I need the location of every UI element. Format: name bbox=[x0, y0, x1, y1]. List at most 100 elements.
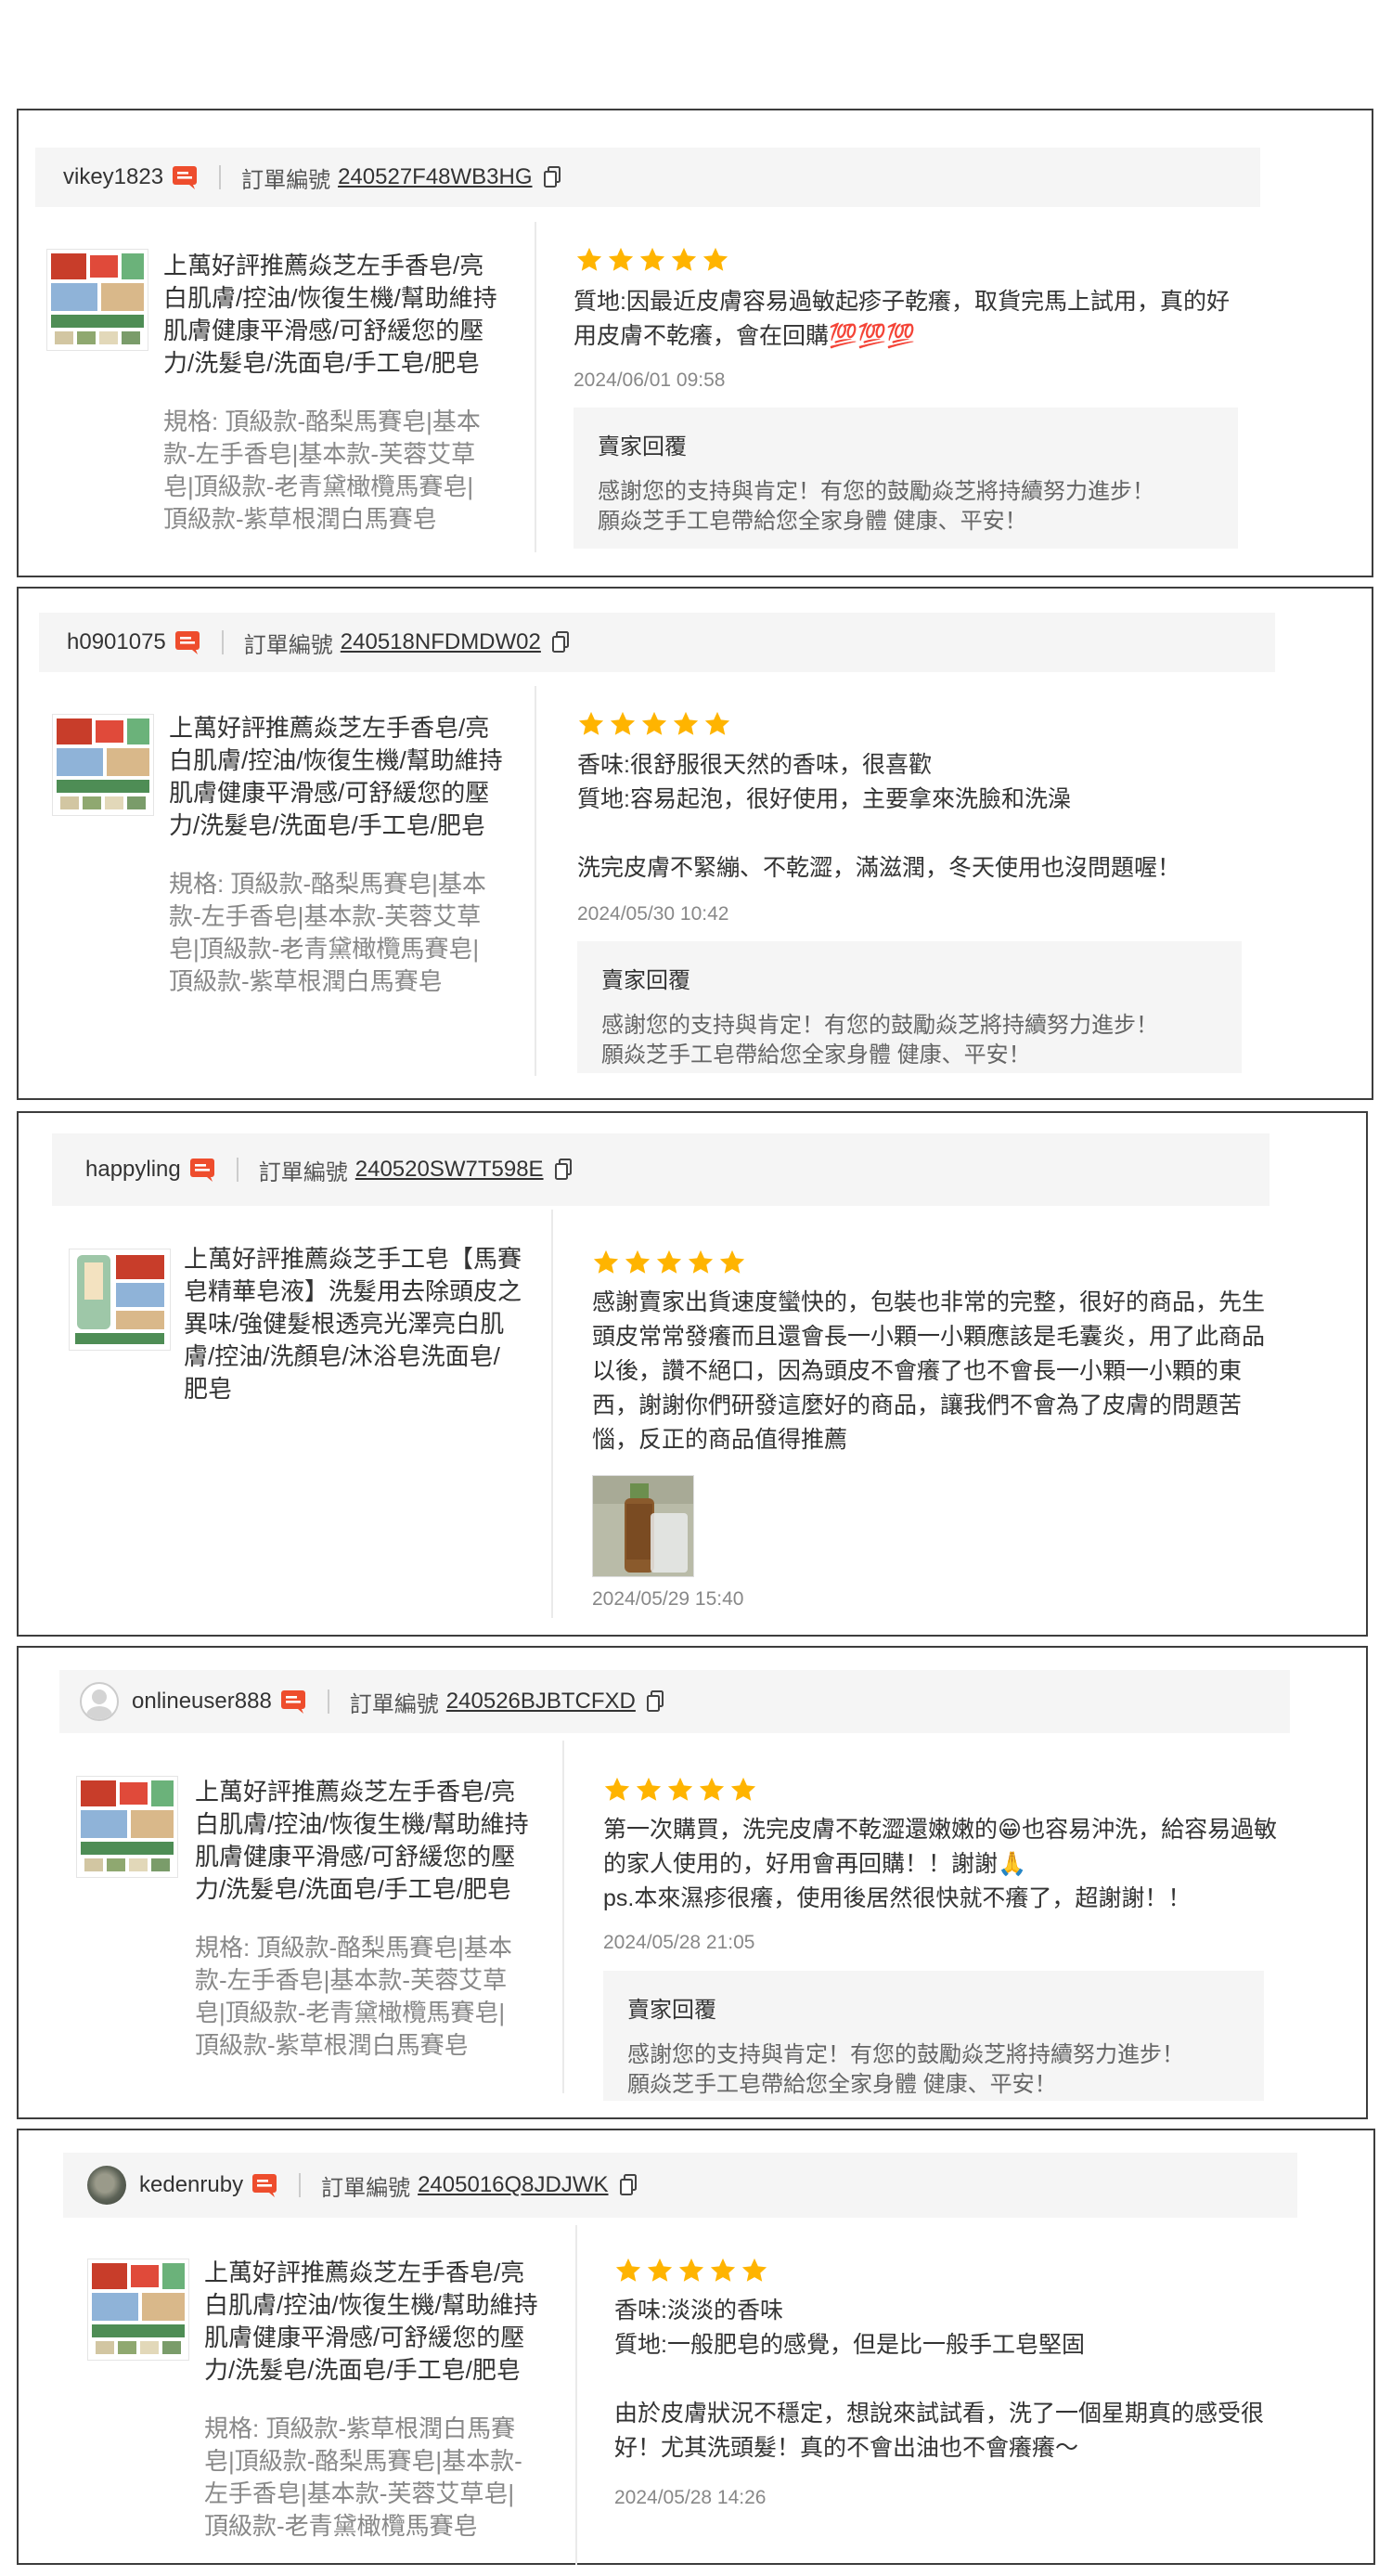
star-icon bbox=[608, 247, 634, 271]
seller-reply-text: 感謝您的支持與肯定！有您的鼓勵焱芝將持續努力進步！ 願焱芝手工皂帶給您全家身體 … bbox=[627, 2042, 1184, 2097]
order-number-link[interactable]: 240527F48WB3HG bbox=[338, 164, 532, 190]
review-text: 香味:淡淡的香味 質地:一般肥皂的感覺，但是比一般手工皂堅固 由於皮膚狀況不穩定… bbox=[614, 2298, 1265, 2461]
star-icon bbox=[678, 2258, 704, 2282]
product-title[interactable]: 上萬好評推薦焱芝左手香皂/亮白肌膚/控油/恢復生機/幫助維持肌膚健康平滑感/可舒… bbox=[195, 1776, 529, 1906]
star-icon bbox=[667, 1777, 693, 1801]
review-date: 2024/06/01 09:58 bbox=[574, 369, 726, 391]
divider bbox=[327, 1689, 329, 1714]
order-label: 訂單編號 bbox=[321, 2175, 411, 2201]
copy-icon[interactable] bbox=[542, 165, 562, 189]
chat-icon[interactable] bbox=[251, 2172, 278, 2198]
rating-stars bbox=[575, 246, 729, 274]
star-icon bbox=[636, 1777, 662, 1801]
star-icon bbox=[647, 2258, 673, 2282]
seller-reply-text: 感謝您的支持與肯定！有您的鼓勵焱芝將持續努力進步！ 願焱芝手工皂帶給您全家身體 … bbox=[598, 479, 1154, 534]
star-icon bbox=[702, 247, 728, 271]
seller-reply-title: 賣家回覆 bbox=[627, 1998, 716, 2023]
seller-reply-text: 感謝您的支持與肯定！有您的鼓勵焱芝將持續努力進步！ 願焱芝手工皂帶給您全家身體 … bbox=[601, 1013, 1158, 1068]
star-icon bbox=[671, 247, 697, 271]
divider bbox=[236, 1158, 238, 1182]
avatar[interactable] bbox=[80, 1682, 119, 1721]
review-card: onlineuser888 訂單編號 240526BJBTCFXD 上萬好評推薦… bbox=[17, 1646, 1368, 2119]
rating-stars bbox=[592, 1249, 746, 1276]
star-icon bbox=[741, 2258, 767, 2282]
order-label: 訂單編號 bbox=[241, 167, 331, 193]
username[interactable]: h0901075 bbox=[67, 629, 166, 655]
product-spec: 規格: 頂級款-酪梨馬賽皂|基本款-左手香皂|基本款-芙蓉艾草皂|頂級款-老青黛… bbox=[169, 870, 486, 995]
star-icon bbox=[576, 247, 602, 271]
username[interactable]: happyling bbox=[85, 1157, 181, 1183]
product-image[interactable] bbox=[46, 249, 148, 351]
chat-icon[interactable] bbox=[174, 629, 201, 655]
product-title[interactable]: 上萬好評推薦焱芝左手香皂/亮白肌膚/控油/恢復生機/幫助維持肌膚健康平滑感/可舒… bbox=[163, 250, 497, 380]
seller-reply: 賣家回覆 感謝您的支持與肯定！有您的鼓勵焱芝將持續努力進步！ 願焱芝手工皂帶給您… bbox=[603, 1971, 1264, 2101]
username[interactable]: onlineuser888 bbox=[132, 1689, 272, 1715]
order-label: 訂單編號 bbox=[349, 1691, 439, 1717]
review-card: kedenruby 訂單編號 2405016Q8JDJWK 上萬好評推薦焱芝左手… bbox=[17, 2129, 1375, 2565]
column-divider bbox=[562, 1741, 564, 2093]
review-date: 2024/05/28 21:05 bbox=[603, 1932, 755, 1953]
product-title[interactable]: 上萬好評推薦焱芝手工皂【馬賽皂精華皂液】洗髮用去除頭皮之異味/強健髮根透亮光澤亮… bbox=[184, 1243, 522, 1405]
star-icon bbox=[639, 247, 665, 271]
rating-stars bbox=[603, 1776, 757, 1804]
column-divider bbox=[575, 2225, 577, 2565]
review-header: kedenruby 訂單編號 2405016Q8JDJWK bbox=[63, 2153, 1297, 2218]
copy-icon[interactable] bbox=[553, 1158, 574, 1182]
rating-stars bbox=[614, 2257, 768, 2285]
product-title[interactable]: 上萬好評推薦焱芝左手香皂/亮白肌膚/控油/恢復生機/幫助維持肌膚健康平滑感/可舒… bbox=[169, 712, 503, 842]
product-spec: 規格: 頂級款-酪梨馬賽皂|基本款-左手香皂|基本款-芙蓉艾草皂|頂級款-老青黛… bbox=[195, 1934, 512, 2059]
review-card: h0901075 訂單編號 240518NFDMDW02 上萬好評推薦焱芝左手香… bbox=[17, 587, 1373, 1100]
order-number-link[interactable]: 240518NFDMDW02 bbox=[341, 629, 541, 655]
seller-reply-title: 賣家回覆 bbox=[601, 968, 690, 993]
star-icon bbox=[604, 1777, 630, 1801]
username[interactable]: vikey1823 bbox=[63, 164, 163, 190]
review-photo[interactable] bbox=[592, 1475, 694, 1577]
username[interactable]: kedenruby bbox=[139, 2172, 243, 2198]
product-image[interactable] bbox=[69, 1249, 171, 1351]
order-number-link[interactable]: 2405016Q8JDJWK bbox=[418, 2172, 608, 2198]
review-text: 感謝賣家出貨速度蠻快的，包裝也非常的完整，很好的商品，先生頭皮常常發癢而且還會長… bbox=[592, 1289, 1266, 1453]
order-number-link[interactable]: 240526BJBTCFXD bbox=[446, 1689, 636, 1715]
seller-reply: 賣家回覆 感謝您的支持與肯定！有您的鼓勵焱芝將持續努力進步！ 願焱芝手工皂帶給您… bbox=[577, 941, 1242, 1073]
column-divider bbox=[551, 1210, 553, 1618]
product-spec: 規格: 頂級款-酪梨馬賽皂|基本款-左手香皂|基本款-芙蓉艾草皂|頂級款-老青黛… bbox=[163, 408, 481, 533]
star-icon bbox=[593, 1249, 619, 1274]
chat-icon[interactable] bbox=[279, 1689, 307, 1715]
product-image[interactable] bbox=[76, 1776, 178, 1878]
star-icon bbox=[730, 1777, 756, 1801]
product-title[interactable]: 上萬好評推薦焱芝左手香皂/亮白肌膚/控油/恢復生機/幫助維持肌膚健康平滑感/可舒… bbox=[204, 2257, 538, 2387]
star-icon bbox=[641, 711, 667, 735]
order-number-link[interactable]: 240520SW7T598E bbox=[355, 1157, 544, 1183]
chat-icon[interactable] bbox=[171, 164, 199, 190]
review-header: happyling 訂單編號 240520SW7T598E bbox=[52, 1133, 1270, 1206]
divider bbox=[221, 630, 224, 654]
product-image[interactable] bbox=[87, 2259, 189, 2361]
column-divider bbox=[535, 686, 536, 1076]
review-header: h0901075 訂單編號 240518NFDMDW02 bbox=[39, 613, 1275, 672]
star-icon bbox=[673, 711, 699, 735]
review-text: 質地:因最近皮膚容易過敏起疹子乾癢，取貨完馬上試用，真的好用皮膚不乾癢，會在回購… bbox=[574, 289, 1230, 349]
copy-icon[interactable] bbox=[550, 630, 571, 654]
order-label: 訂單編號 bbox=[243, 632, 333, 658]
seller-reply: 賣家回覆 感謝您的支持與肯定！有您的鼓勵焱芝將持續努力進步！ 願焱芝手工皂帶給您… bbox=[574, 408, 1238, 549]
star-icon bbox=[710, 2258, 736, 2282]
product-image[interactable] bbox=[52, 714, 154, 816]
star-icon bbox=[719, 1249, 745, 1274]
product-spec: 規格: 頂級款-紫草根潤白馬賽皂|頂級款-酪梨馬賽皂|基本款-左手香皂|基本款-… bbox=[204, 2414, 522, 2540]
chat-icon[interactable] bbox=[188, 1157, 216, 1183]
review-date: 2024/05/29 15:40 bbox=[592, 1588, 744, 1610]
column-divider bbox=[535, 222, 536, 552]
divider bbox=[299, 2173, 302, 2197]
review-date: 2024/05/28 14:26 bbox=[614, 2487, 767, 2508]
star-icon bbox=[656, 1249, 682, 1274]
copy-icon[interactable] bbox=[645, 1689, 665, 1714]
review-date: 2024/05/30 10:42 bbox=[577, 903, 729, 925]
star-icon bbox=[610, 711, 636, 735]
review-card: vikey1823 訂單編號 240527F48WB3HG 上萬好評推薦焱芝左手… bbox=[17, 109, 1373, 577]
avatar[interactable] bbox=[87, 2166, 126, 2205]
copy-icon[interactable] bbox=[618, 2173, 638, 2197]
star-icon bbox=[699, 1777, 725, 1801]
divider bbox=[219, 165, 222, 189]
star-icon bbox=[578, 711, 604, 735]
star-icon bbox=[704, 711, 730, 735]
